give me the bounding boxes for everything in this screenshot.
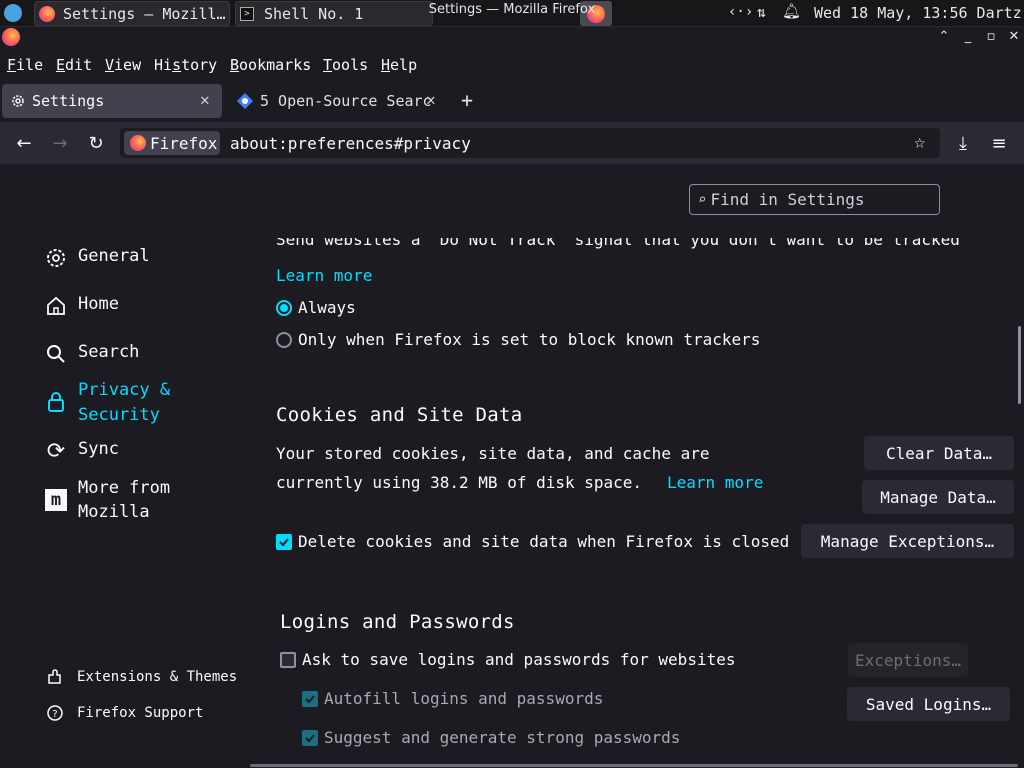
new-tab-button[interactable]: + xyxy=(461,88,473,112)
window-titlebar xyxy=(0,27,1024,49)
tab-settings-label: Settings xyxy=(32,92,105,110)
app-menu-button[interactable]: ≡ xyxy=(986,130,1012,156)
sidebar-sync-label: Sync xyxy=(78,439,119,459)
dnt-always-label: Always xyxy=(298,298,356,317)
cookies-learn-more-link[interactable]: Learn more xyxy=(667,473,763,492)
vertical-scrollbar[interactable] xyxy=(1018,326,1021,404)
window-title: Settings — Mozilla Firefox xyxy=(428,2,596,17)
menu-tools[interactable]: Tools xyxy=(323,56,368,74)
dnt-description: Send websites a “Do Not Track” signal th… xyxy=(276,238,960,249)
sidebar-item-privacy[interactable]: Privacy & Security xyxy=(44,378,170,428)
delete-cookies-checkbox[interactable] xyxy=(276,533,292,550)
menu-help[interactable]: Help xyxy=(381,56,417,74)
gear-icon xyxy=(12,95,24,107)
delete-cookies-option[interactable]: Delete cookies and site data when Firefo… xyxy=(276,532,789,551)
close-tab-icon[interactable]: ✕ xyxy=(426,90,436,109)
menu-edit[interactable]: Edit xyxy=(56,56,92,74)
help-icon: ? xyxy=(46,704,64,722)
chevron-up-icon[interactable]: ⌃ xyxy=(934,29,954,47)
puzzle-icon xyxy=(46,668,64,686)
home-icon xyxy=(44,294,68,318)
clear-data-button[interactable]: Clear Data… xyxy=(864,436,1014,470)
lock-icon xyxy=(44,390,68,414)
sidebar-support-label: Firefox Support xyxy=(77,705,204,721)
close-window-button[interactable]: ✕ xyxy=(1004,29,1024,47)
sidebar-more-label-1: More from xyxy=(78,478,171,498)
maximize-button[interactable]: ▫ xyxy=(981,29,1001,47)
sidebar-extensions-label: Extensions & Themes xyxy=(77,669,238,685)
cookies-heading: Cookies and Site Data xyxy=(276,404,523,426)
sidebar-extensions-themes[interactable]: Extensions & Themes xyxy=(46,668,237,686)
manage-exceptions-button[interactable]: Manage Exceptions… xyxy=(801,524,1014,558)
find-in-settings-input[interactable]: ⌕ Find in Settings xyxy=(689,184,940,215)
autofill-logins-label: Autofill logins and passwords xyxy=(324,689,604,708)
radio-only-when[interactable] xyxy=(276,331,292,348)
sidebar-home-label: Home xyxy=(78,294,119,314)
tab-open-source-search[interactable]: 5 Open-Source Searc xyxy=(232,84,442,118)
identity-label: Firefox xyxy=(150,133,218,153)
downloads-button[interactable]: ⤓ xyxy=(950,130,976,156)
sidebar-item-sync[interactable]: ⟳ Sync xyxy=(44,438,119,464)
sidebar-item-home[interactable]: Home xyxy=(44,294,119,318)
dnt-always-option[interactable]: Always xyxy=(276,298,356,317)
autofill-logins-option[interactable]: Autofill logins and passwords xyxy=(302,689,603,708)
dnt-learn-more-link[interactable]: Learn more xyxy=(276,266,372,285)
search-icon xyxy=(44,342,68,366)
sync-icon: ⟳ xyxy=(46,438,66,464)
menu-file[interactable]: File xyxy=(7,56,43,74)
firefox-window-icon xyxy=(2,28,20,46)
gear-icon xyxy=(44,246,68,270)
saved-logins-button[interactable]: Saved Logins… xyxy=(847,687,1010,721)
delete-cookies-label: Delete cookies and site data when Firefo… xyxy=(298,532,790,551)
close-tab-icon[interactable]: ✕ xyxy=(200,90,210,109)
bookmark-star-icon[interactable]: ☆ xyxy=(914,131,925,153)
forward-button[interactable]: → xyxy=(47,130,73,156)
sidebar-firefox-support[interactable]: ? Firefox Support xyxy=(46,704,203,722)
menu-view[interactable]: View xyxy=(105,56,141,74)
svg-text:?: ? xyxy=(52,709,57,720)
search-placeholder: Find in Settings xyxy=(710,190,865,209)
cookies-description-1: Your stored cookies, site data, and cach… xyxy=(276,444,710,463)
sidebar-more-label-2: Mozilla xyxy=(78,502,150,522)
tab-open-source-label: 5 Open-Source Searc xyxy=(260,92,432,110)
sidebar-item-general[interactable]: General xyxy=(44,246,150,270)
suggest-passwords-checkbox[interactable] xyxy=(302,729,318,746)
radio-always[interactable] xyxy=(276,299,292,316)
sidebar-search-label: Search xyxy=(78,342,140,362)
back-button[interactable]: ← xyxy=(11,130,37,156)
url-text[interactable]: about:preferences#privacy xyxy=(230,134,471,153)
sidebar-general-label: General xyxy=(78,246,150,266)
dnt-only-when-label: Only when Firefox is set to block known … xyxy=(298,330,761,349)
identity-box[interactable]: Firefox xyxy=(124,131,220,155)
dnt-description-clipped: Send websites a “Do Not Track” signal th… xyxy=(276,238,976,252)
sidebar-privacy-label-2: Security xyxy=(78,405,160,425)
autofill-logins-checkbox[interactable] xyxy=(302,690,318,707)
cookies-description-2: currently using 38.2 MB of disk space. xyxy=(276,473,643,492)
logins-heading: Logins and Passwords xyxy=(280,611,515,633)
logins-exceptions-button[interactable]: Exceptions… xyxy=(848,643,968,677)
suggest-passwords-label: Suggest and generate strong passwords xyxy=(324,728,681,747)
firefox-icon xyxy=(130,135,146,151)
sidebar-privacy-label-1: Privacy & xyxy=(78,380,171,400)
sidebar-item-search[interactable]: Search xyxy=(44,342,139,366)
ask-save-logins-option[interactable]: Ask to save logins and passwords for web… xyxy=(280,650,735,669)
search-icon: ⌕ xyxy=(698,191,707,208)
horizontal-scrollbar[interactable] xyxy=(250,764,1018,767)
minimize-button[interactable]: _ xyxy=(958,29,978,47)
menu-bookmarks[interactable]: Bookmarks xyxy=(230,56,311,74)
ask-save-logins-label: Ask to save logins and passwords for web… xyxy=(302,650,736,669)
sidebar-item-more-from-mozilla[interactable]: m More from Mozilla xyxy=(44,476,170,524)
tab-settings[interactable]: Settings xyxy=(2,84,222,118)
manage-data-button[interactable]: Manage Data… xyxy=(862,480,1014,514)
mozilla-icon: m xyxy=(44,488,68,512)
dnt-only-when-option[interactable]: Only when Firefox is set to block known … xyxy=(276,330,760,349)
ask-save-logins-checkbox[interactable] xyxy=(280,651,296,668)
site-favicon-icon xyxy=(237,93,253,109)
reload-button[interactable]: ↻ xyxy=(83,130,109,156)
suggest-passwords-option[interactable]: Suggest and generate strong passwords xyxy=(302,728,680,747)
menu-history[interactable]: History xyxy=(154,56,217,74)
